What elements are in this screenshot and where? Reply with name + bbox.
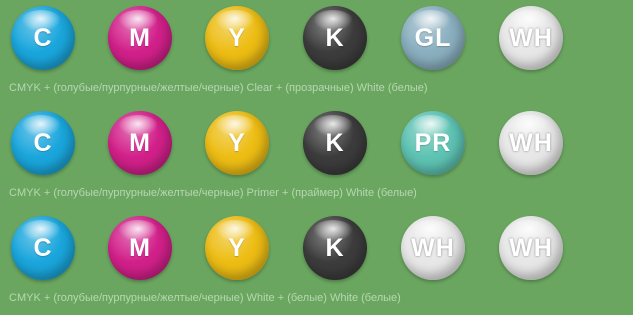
ink-set-row: C M Y K WH WH CMYK + (голубые/пурпурные/желтые…: [0, 210, 633, 315]
ink-ball-label: K: [325, 128, 345, 157]
magenta-ink-ball-icon: M: [108, 111, 172, 175]
ink-ball-label: Y: [228, 233, 246, 262]
ink-ball-label: PR: [414, 128, 452, 157]
ink-set-caption: CMYK + (голубые/пурпурные/желтые/черные)…: [9, 292, 401, 304]
ink-ball-label: M: [129, 23, 151, 52]
ink-ball-label: M: [129, 233, 151, 262]
yellow-ink-ball-icon: Y: [205, 216, 269, 280]
primer-ink-ball-icon: PR: [401, 111, 465, 175]
black-ink-ball-icon: K: [303, 216, 367, 280]
white-ink-ball-icon: WH: [499, 111, 563, 175]
ink-ball-label: GL: [414, 23, 452, 52]
ink-ball-label: K: [325, 23, 345, 52]
ink-ball-label: Y: [228, 128, 246, 157]
ink-ball-label: WH: [509, 233, 553, 262]
white-ink-ball-icon: WH: [499, 216, 563, 280]
cyan-ink-ball-icon: C: [11, 216, 75, 280]
cyan-ink-ball-icon: C: [11, 6, 75, 70]
magenta-ink-ball-icon: M: [108, 216, 172, 280]
yellow-ink-ball-icon: Y: [205, 6, 269, 70]
ink-ball-label: WH: [509, 128, 553, 157]
ink-ball-label: C: [33, 23, 53, 52]
ink-ball-label: WH: [509, 23, 553, 52]
cyan-ink-ball-icon: C: [11, 111, 75, 175]
ink-ball-label: C: [33, 233, 53, 262]
gloss-ink-ball-icon: GL: [401, 6, 465, 70]
magenta-ink-ball-icon: M: [108, 6, 172, 70]
ink-set-row: C M Y K PR WH CMYK + (голубые/пурпурные/желтые…: [0, 105, 633, 210]
black-ink-ball-icon: K: [303, 111, 367, 175]
ink-set-row: C M Y K GL WH CMYK + (голубые/пурпурные/желтые…: [0, 0, 633, 105]
white-ink-ball-icon: WH: [499, 6, 563, 70]
black-ink-ball-icon: K: [303, 6, 367, 70]
yellow-ink-ball-icon: Y: [205, 111, 269, 175]
ink-set-caption: CMYK + (голубые/пурпурные/желтые/черные)…: [9, 82, 428, 94]
ink-ball-label: WH: [411, 233, 455, 262]
ink-ball-label: M: [129, 128, 151, 157]
ink-ball-label: Y: [228, 23, 246, 52]
ink-set-caption: CMYK + (голубые/пурпурные/желтые/черные)…: [9, 187, 417, 199]
ink-ball-label: C: [33, 128, 53, 157]
ink-ball-label: K: [325, 233, 345, 262]
white-ink-ball-icon: WH: [401, 216, 465, 280]
